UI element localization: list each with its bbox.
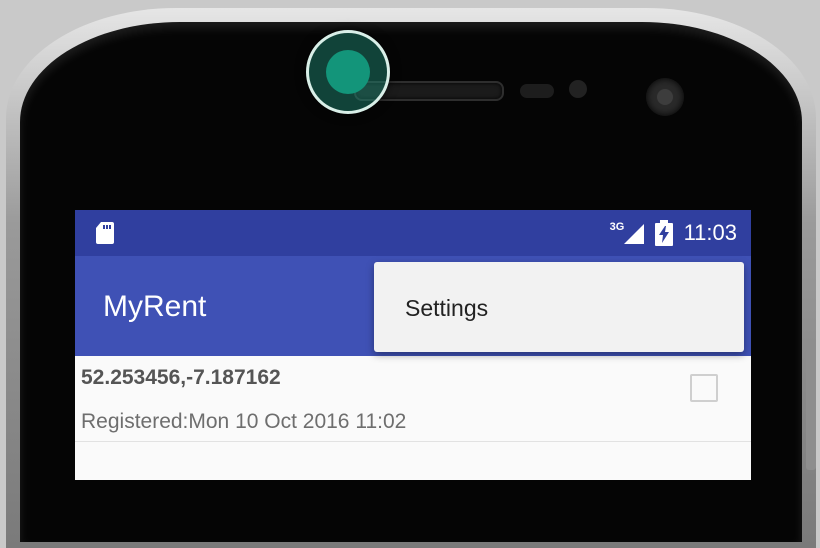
phone-screen: 3G 11:03 MyRent 52.253456,-7.187162 Regi… (75, 210, 751, 480)
status-bar-clock: 11:03 (683, 220, 737, 245)
residence-list: 52.253456,-7.187162 Registered:Mon 10 Oc… (75, 356, 751, 442)
proximity-sensor (520, 84, 554, 98)
status-icons: 3G 11:03 (610, 210, 737, 256)
status-bar: 3G 11:03 (75, 210, 751, 256)
residence-list-item[interactable]: 52.253456,-7.187162 Registered:Mon 10 Oc… (75, 356, 751, 442)
residence-date: Registered:Mon 10 Oct 2016 11:02 (81, 410, 407, 433)
light-sensor (569, 80, 587, 98)
touch-indicator (306, 30, 390, 114)
front-camera-icon (646, 78, 684, 116)
menu-item-settings[interactable]: Settings (405, 295, 488, 322)
battery-charging-icon (654, 220, 673, 246)
app-title: MyRent (103, 290, 207, 323)
residence-geolocation: 52.253456,-7.187162 (81, 366, 281, 389)
sd-card-icon (96, 222, 114, 244)
overflow-menu: Settings (374, 262, 744, 352)
rented-checkbox[interactable] (690, 374, 718, 402)
signal-icon: 3G (609, 221, 644, 244)
phone-side-button (806, 350, 816, 470)
network-type-label: 3G (609, 221, 625, 233)
